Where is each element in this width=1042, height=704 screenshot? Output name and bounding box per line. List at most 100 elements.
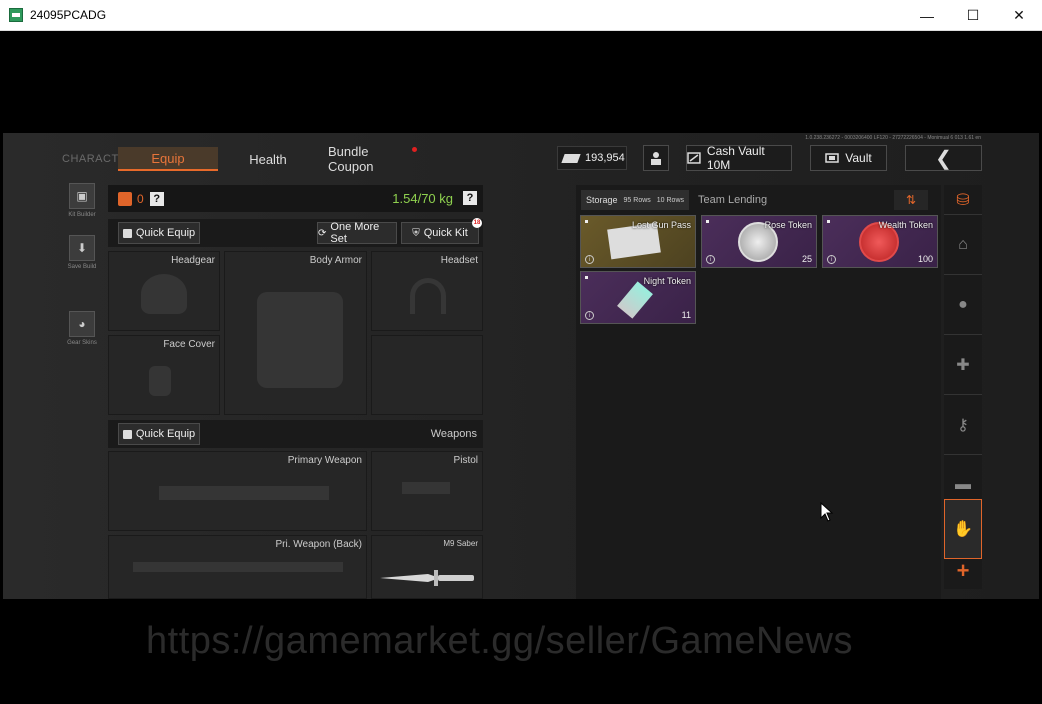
slot-melee[interactable]: M9 Saber (371, 535, 483, 599)
maximize-button[interactable]: ☐ (950, 0, 996, 31)
rows-count-2: 10 Rows (656, 196, 684, 204)
slot-pri-weapon-back[interactable]: Pri. Weapon (Back) (108, 535, 367, 599)
item-qty: 25 (801, 254, 812, 264)
item-name: Night Token (643, 276, 691, 286)
trader-button[interactable] (643, 145, 669, 171)
minimize-button[interactable]: — (904, 0, 950, 31)
tab-storage[interactable]: Storage 95 Rows 10 Rows (581, 190, 689, 210)
info-icon[interactable]: i (585, 255, 594, 264)
info-icon[interactable]: i (585, 311, 594, 320)
vault-label: Vault (845, 151, 872, 165)
storage-tab-label: Storage (586, 195, 618, 205)
one-more-set-button[interactable]: ⟳ One More Set (317, 221, 397, 245)
bag-count: 0 (137, 191, 144, 206)
mask-silhouette-icon (149, 366, 171, 396)
tab-team-lending[interactable]: Team Lending (693, 190, 772, 210)
knife-icon (380, 570, 474, 586)
slot-empty[interactable] (371, 335, 483, 415)
grenade-icon[interactable]: ● (944, 275, 982, 335)
hand-icon[interactable]: ✋ (944, 499, 982, 559)
weapons-quick-equip-button[interactable]: Quick Equip (118, 423, 200, 445)
version-text: 1.0.238.236272 - 0003206400 LF120 - 2727… (805, 135, 981, 141)
storage-panel: Storage 95 Rows 10 Rows Team Lending ⇅ L… (576, 185, 941, 599)
watermark-text: https://gamemarket.gg/seller/GameNews (146, 620, 853, 662)
vault-icon (825, 153, 840, 163)
tab-health[interactable]: Health (243, 147, 293, 171)
tab-equip[interactable]: Equip (118, 147, 218, 171)
window-controls: — ☐ ✕ (904, 0, 1042, 31)
refresh-icon: ⟳ (318, 227, 327, 239)
night-token-icon (617, 281, 653, 319)
item-qty: 11 (681, 310, 691, 320)
slot-pri-weapon-back-label: Pri. Weapon (Back) (275, 539, 362, 550)
currency-value: 193,954 (585, 152, 625, 164)
window-title: 24095PCADG (30, 8, 107, 22)
weight-bar: 0 ? 1.54/70 kg ? (108, 185, 483, 212)
slot-headgear-label: Headgear (171, 255, 215, 266)
download-icon: ⬇ (69, 235, 95, 261)
item-rose-token[interactable]: Rose Token 25 i (701, 215, 817, 268)
slot-face-cover[interactable]: Face Cover (108, 335, 220, 415)
back-button[interactable]: ❮ (905, 145, 982, 171)
vest-icon: ▣ (69, 183, 95, 209)
gear-skins-label: Gear Skins (67, 340, 97, 346)
add-button[interactable]: + (944, 556, 982, 586)
backpack-icon (118, 191, 132, 206)
rows-count-1: 95 Rows (623, 196, 651, 204)
slot-primary-weapon[interactable]: Primary Weapon (108, 451, 367, 531)
slot-body-armor[interactable]: Body Armor (224, 251, 367, 415)
item-wealth-token[interactable]: Wealth Token 100 i (822, 215, 938, 268)
quick-kit-button[interactable]: ⛨ Quick Kit 18 (401, 218, 482, 244)
info-icon[interactable]: i (827, 255, 836, 264)
helmet-icon: ◕ (69, 311, 95, 337)
cash-icon (561, 153, 581, 163)
weight-help-button[interactable]: ? (463, 191, 477, 205)
bag-help-button[interactable]: ? (149, 191, 164, 206)
mouse-cursor-icon (820, 502, 834, 522)
sort-icon[interactable]: ⇅ (894, 190, 928, 210)
item-lost-gun-pass[interactable]: Lost Gun Pass i (580, 215, 696, 268)
slot-headgear[interactable]: Headgear (108, 251, 220, 331)
slot-headset-label: Headset (440, 255, 478, 266)
save-build-item[interactable]: ⬇ Save Build (58, 235, 106, 270)
close-button[interactable]: ✕ (996, 0, 1042, 31)
kit-builder-label: Kit Builder (68, 212, 96, 218)
headset-silhouette-icon (410, 278, 446, 314)
weight-value: 1.54/70 kg (392, 191, 453, 206)
stack-icon[interactable]: ⛁ (944, 185, 982, 215)
weapons-row: Quick Equip Weapons (108, 420, 483, 448)
quick-kit-label: Quick Kit (423, 227, 468, 239)
slot-headset[interactable]: Headset (371, 251, 483, 331)
equip-action-row: Quick Equip ⟳ One More Set ⛨ Quick Kit 1… (108, 218, 483, 247)
slot-face-cover-label: Face Cover (163, 339, 215, 350)
weapons-quick-equip-label: Quick Equip (135, 428, 196, 440)
cash-vault-icon (687, 152, 701, 164)
tab-bundle-coupon[interactable]: Bundle Coupon (328, 144, 408, 174)
info-icon[interactable]: i (706, 255, 715, 264)
cash-vault-label: Cash Vault 10M (706, 144, 765, 172)
home-icon[interactable]: ⌂ (944, 215, 982, 275)
storage-header: Storage 95 Rows 10 Rows Team Lending ⇅ (581, 190, 936, 210)
slot-pistol[interactable]: Pistol (371, 451, 483, 531)
item-marker (585, 276, 588, 279)
shirt-icon (122, 228, 132, 238)
game-viewport: 1.0.238.236272 - 0003206400 LF120 - 2727… (3, 133, 1039, 599)
medical-icon[interactable]: ✚ (944, 335, 982, 395)
cash-vault-button[interactable]: Cash Vault 10M (686, 144, 792, 172)
weapons-label: Weapons (430, 428, 477, 440)
rifle-back-silhouette-icon (133, 562, 343, 572)
slot-primary-weapon-label: Primary Weapon (287, 455, 362, 466)
quick-kit-badge: 18 (472, 218, 482, 228)
vault-button[interactable]: Vault (810, 145, 887, 171)
kit-builder-item[interactable]: ▣ Kit Builder (58, 183, 106, 218)
key-icon[interactable]: ⚷ (944, 395, 982, 455)
list-icon (122, 429, 132, 439)
equipment-panel: 0 ? 1.54/70 kg ? Quick Equip ⟳ One More … (108, 185, 483, 599)
pistol-silhouette-icon (402, 482, 450, 494)
item-night-token[interactable]: Night Token 11 i (580, 271, 696, 324)
app-icon (9, 8, 23, 22)
trader-icon (651, 152, 661, 165)
gear-skins-item[interactable]: ◕ Gear Skins (58, 311, 106, 346)
quick-equip-button[interactable]: Quick Equip (118, 222, 200, 244)
item-qty: 100 (917, 254, 933, 264)
